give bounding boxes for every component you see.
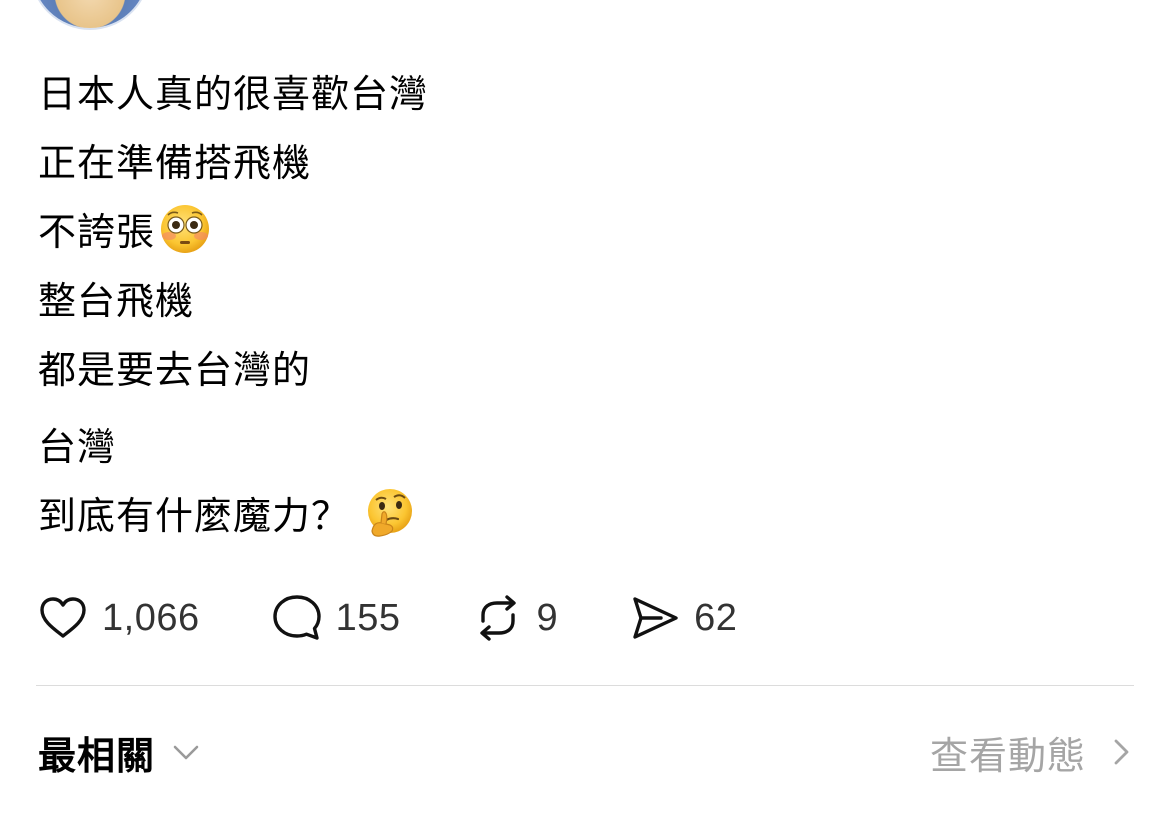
post-body: 日本人真的很喜歡台灣 正在準備搭飛機 不誇張 整台飛機 都是要去台灣的 台灣 到…: [38, 60, 1038, 551]
repost-icon: [479, 595, 516, 641]
comment-button[interactable]: 155: [270, 588, 401, 648]
view-activity-label: 查看動態: [929, 733, 1086, 778]
share-button[interactable]: 62: [628, 588, 737, 648]
post-detail-view: 日本人真的很喜歡台灣 正在準備搭飛機 不誇張 整台飛機 都是要去台灣的 台灣 到…: [0, 0, 1170, 821]
post-line: 整台飛機: [38, 279, 195, 323]
post-line: 都是要去台灣的: [38, 348, 312, 392]
comment-count: 155: [335, 596, 401, 639]
post-line-text: 不誇張: [38, 210, 156, 254]
share-count: 62: [694, 596, 738, 639]
divider: [36, 685, 1134, 686]
post-line: 不誇張: [38, 198, 1038, 267]
flushed-face-emoji: [161, 205, 210, 253]
like-button[interactable]: 1,066: [36, 588, 200, 648]
post-line: 到底有什麼魔力？: [38, 482, 1038, 551]
repost-button[interactable]: 9: [471, 588, 559, 648]
thinking-face-emoji: [368, 489, 413, 537]
chevron-down-icon: [173, 745, 199, 760]
send-icon: [633, 597, 678, 639]
reply-sort-label: 最相關: [38, 733, 156, 778]
like-count: 1,066: [102, 596, 200, 639]
post-line: 正在準備搭飛機: [38, 141, 312, 185]
speech-bubble-icon: [272, 595, 321, 640]
author-avatar[interactable]: [30, 0, 150, 30]
view-activity-link[interactable]: 查看動態: [930, 722, 1134, 782]
post-line: 日本人真的很喜歡台灣: [38, 72, 429, 116]
repost-count: 9: [536, 596, 559, 639]
chevron-right-icon: [1114, 739, 1129, 765]
post-line: 台灣: [38, 425, 117, 469]
post-line-text: 到底有什麼魔力？: [38, 494, 351, 538]
heart-icon: [40, 597, 86, 638]
reply-sort-dropdown[interactable]: 最相關: [38, 722, 203, 782]
post-action-bar: 1,066 155 9 62: [36, 588, 807, 648]
